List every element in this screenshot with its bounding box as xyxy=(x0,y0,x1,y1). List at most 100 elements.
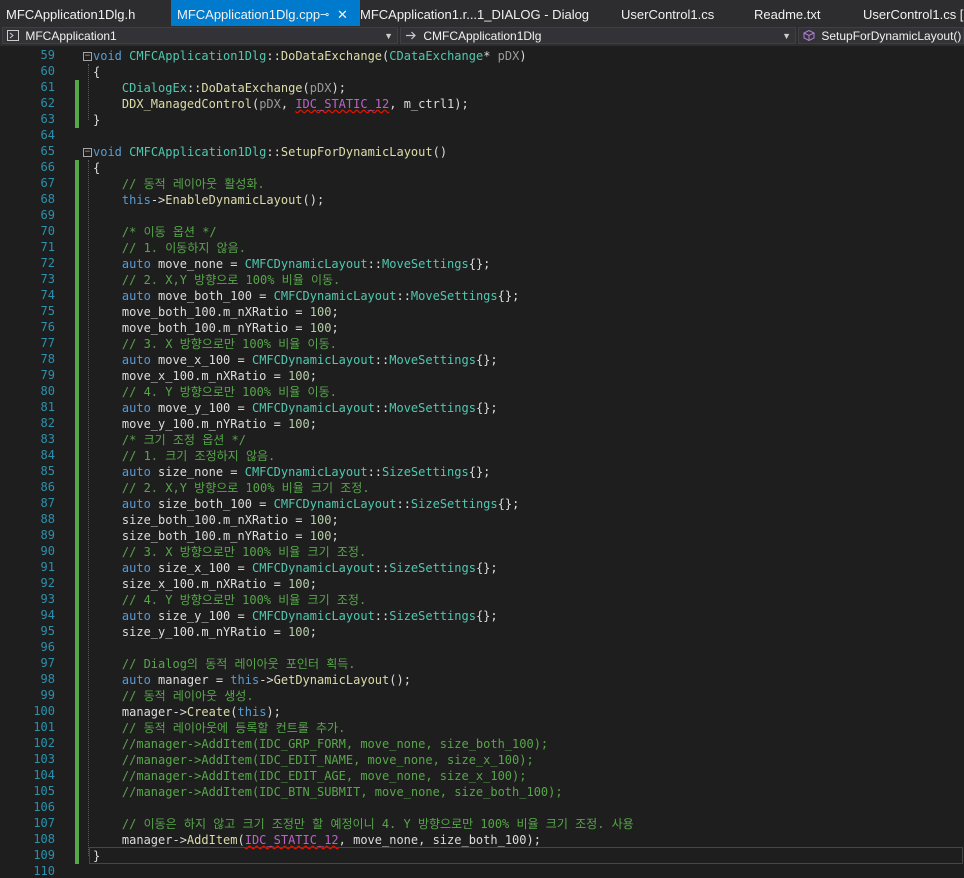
line-number: 76 xyxy=(40,320,55,334)
code-text: auto size_both_100 = CMFCDynamicLayout::… xyxy=(121,497,520,511)
code-text: void CMFCApplication1Dlg::DoDataExchange… xyxy=(93,49,527,63)
line-number: 104 xyxy=(33,768,55,782)
code-text: // 동적 레이아웃 활성화. xyxy=(121,177,265,191)
collapse-icon[interactable]: − xyxy=(83,148,92,157)
code-text: auto move_y_100 = CMFCDynamicLayout::Mov… xyxy=(121,401,498,415)
line-number: 65 xyxy=(40,144,55,158)
line-number: 66 xyxy=(40,160,55,174)
line-number: 106 xyxy=(33,800,55,814)
code-editor[interactable]: 59 void CMFCApplication1Dlg::DoDataExchan… xyxy=(0,46,964,878)
line-number: 77 xyxy=(40,336,55,350)
code-text: { xyxy=(93,161,101,175)
code-text: // 2. X,Y 방향으로 100% 비율 크기 조정. xyxy=(121,481,370,495)
code-text: void CMFCApplication1Dlg::SetupForDynami… xyxy=(93,145,448,159)
line-number: 82 xyxy=(40,416,55,430)
line-number: 73 xyxy=(40,272,55,286)
code-text: auto move_x_100 = CMFCDynamicLayout::Mov… xyxy=(121,353,498,367)
code-text: this->EnableDynamicLayout(); xyxy=(121,193,325,207)
code-text: /* 크기 조정 옵션 */ xyxy=(121,433,246,447)
code-text: // 1. 이동하지 않음. xyxy=(121,241,246,255)
member-name: SetupForDynamicLayout() xyxy=(821,29,962,43)
line-number: 107 xyxy=(33,816,55,830)
tab-usercontrol1-cs-design[interactable]: UserControl1.cs [ xyxy=(863,0,963,26)
code-text: // 4. Y 방향으로만 100% 비율 크기 조정. xyxy=(121,593,367,607)
code-text: } xyxy=(93,113,101,127)
line-number: 63 xyxy=(40,112,55,126)
line-number: 100 xyxy=(33,704,55,718)
project-name: MFCApplication1 xyxy=(25,29,117,43)
code-text: // 3. X 방향으로만 100% 비율 이동. xyxy=(121,337,337,351)
tab-readme-txt[interactable]: Readme.txt xyxy=(754,0,820,26)
project-icon xyxy=(7,30,19,41)
code-text: /* 이동 옵션 */ xyxy=(121,225,217,239)
line-number: 101 xyxy=(33,720,55,734)
tab-mfcapplication1dlg-cpp[interactable]: MFCApplication1Dlg.cpp ⊸ ✕ xyxy=(171,0,360,26)
line-number: 79 xyxy=(40,368,55,382)
line-number: 103 xyxy=(33,752,55,766)
tab-label: MFCApplication1Dlg.cpp xyxy=(177,7,321,22)
line-number: 68 xyxy=(40,192,55,206)
code-text: // 2. X,Y 방향으로 100% 비율 이동. xyxy=(121,273,341,287)
line-number: 84 xyxy=(40,448,55,462)
line-number: 75 xyxy=(40,304,55,318)
scope-dropdown[interactable]: CMFCApplication1Dlg ▼ xyxy=(400,27,796,44)
line-number: 85 xyxy=(40,464,55,478)
chevron-down-icon: ▼ xyxy=(384,31,393,41)
code-text: size_both_100.m_nXRatio = 100; xyxy=(93,513,339,527)
code-text: auto size_none = CMFCDynamicLayout::Size… xyxy=(121,465,491,479)
line-number: 89 xyxy=(40,528,55,542)
tab-usercontrol1-cs[interactable]: UserControl1.cs xyxy=(621,0,714,26)
tab-mfcapplication1dlg-h[interactable]: MFCApplication1Dlg.h xyxy=(6,0,135,26)
code-text: { xyxy=(93,65,101,79)
line-number: 74 xyxy=(40,288,55,302)
line-number: 98 xyxy=(40,672,55,686)
line-number: 60 xyxy=(40,64,55,78)
project-dropdown[interactable]: MFCApplication1 ▼ xyxy=(2,27,398,44)
line-number: 61 xyxy=(40,80,55,94)
line-number: 94 xyxy=(40,608,55,622)
line-number: 86 xyxy=(40,480,55,494)
code-text: // 동적 레이아웃에 등록할 컨트롤 추가. xyxy=(121,721,346,735)
document-tab-bar: MFCApplication1Dlg.h MFCApplication1Dlg.… xyxy=(0,0,964,26)
line-number: 78 xyxy=(40,352,55,366)
code-text: move_y_100.m_nYRatio = 100; xyxy=(93,417,317,431)
tab-dialog-resource[interactable]: MFCApplication1.r...1_DIALOG - Dialog xyxy=(360,0,589,26)
line-number: 80 xyxy=(40,384,55,398)
line-number: 99 xyxy=(40,688,55,702)
code-text: DDX_ManagedControl(pDX, IDC_STATIC_12, m… xyxy=(121,97,469,111)
line-number: 97 xyxy=(40,656,55,670)
code-text: auto move_both_100 = CMFCDynamicLayout::… xyxy=(121,289,520,303)
code-text: //manager->AddItem(IDC_EDIT_AGE, move_no… xyxy=(121,769,527,783)
line-number: 105 xyxy=(33,784,55,798)
code-text: // 1. 크기 조정하지 않음. xyxy=(121,449,276,463)
change-indicator-bar xyxy=(75,80,79,128)
code-text: size_x_100.m_nXRatio = 100; xyxy=(93,577,317,591)
code-text: move_both_100.m_nYRatio = 100; xyxy=(93,321,339,335)
code-text: move_x_100.m_nXRatio = 100; xyxy=(93,369,317,383)
code-text: auto size_y_100 = CMFCDynamicLayout::Siz… xyxy=(121,609,498,623)
line-number: 95 xyxy=(40,624,55,638)
code-text: // 동적 레이아웃 생성. xyxy=(121,689,254,703)
line-number: 109 xyxy=(33,848,55,862)
member-dropdown[interactable]: SetupForDynamicLayout() xyxy=(798,27,964,44)
line-number: 83 xyxy=(40,432,55,446)
code-text: //manager->AddItem(IDC_BTN_SUBMIT, move_… xyxy=(121,785,563,799)
line-number: 96 xyxy=(40,640,55,654)
code-text: //manager->AddItem(IDC_GRP_FORM, move_no… xyxy=(121,737,549,751)
line-number: 69 xyxy=(40,208,55,222)
current-line-highlight xyxy=(89,847,963,864)
line-number: 64 xyxy=(40,128,55,142)
code-text: move_both_100.m_nXRatio = 100; xyxy=(93,305,339,319)
scope-name: CMFCApplication1Dlg xyxy=(423,29,542,43)
code-text: manager->AddItem(IDC_STATIC_12, move_non… xyxy=(93,833,541,847)
line-number: 92 xyxy=(40,576,55,590)
line-number: 59 xyxy=(40,48,55,62)
line-number: 62 xyxy=(40,96,55,110)
chevron-down-icon: ▼ xyxy=(782,31,791,41)
line-number: 91 xyxy=(40,560,55,574)
collapse-icon[interactable]: − xyxy=(83,52,92,61)
line-number: 88 xyxy=(40,512,55,526)
line-number: 87 xyxy=(40,496,55,510)
code-text: size_both_100.m_nYRatio = 100; xyxy=(93,529,339,543)
code-text: size_y_100.m_nYRatio = 100; xyxy=(93,625,317,639)
